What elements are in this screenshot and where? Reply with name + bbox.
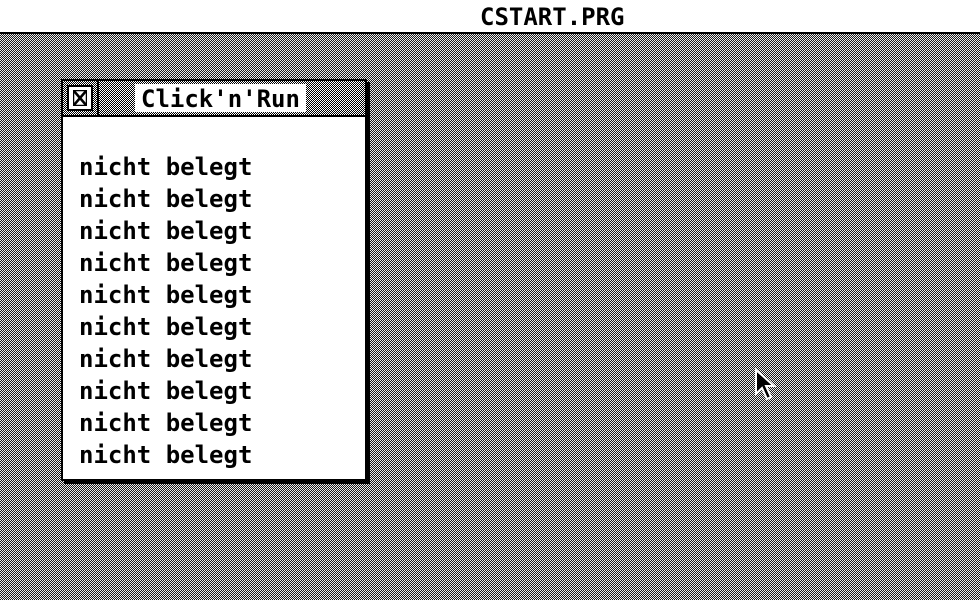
window-title-bar[interactable]: Click'n'Run xyxy=(63,81,365,117)
program-slot-2[interactable]: nicht belegt xyxy=(79,183,252,215)
window-content: nicht belegt nicht belegt nicht belegt n… xyxy=(63,117,365,479)
program-slot-9[interactable]: nicht belegt xyxy=(79,407,252,439)
program-slot-6[interactable]: nicht belegt xyxy=(79,311,252,343)
close-x-icon xyxy=(73,90,87,106)
program-slot-1[interactable]: nicht belegt xyxy=(79,151,252,183)
mouse-pointer-icon xyxy=(755,368,777,401)
program-slot-4[interactable]: nicht belegt xyxy=(79,247,252,279)
program-slot-7[interactable]: nicht belegt xyxy=(79,343,252,375)
menu-bar: CSTART.PRG xyxy=(0,0,980,34)
program-slot-10[interactable]: nicht belegt xyxy=(79,439,252,471)
program-slot-8[interactable]: nicht belegt xyxy=(79,375,252,407)
program-slot-5[interactable]: nicht belegt xyxy=(79,279,252,311)
window-title: Click'n'Run xyxy=(135,84,306,113)
click-n-run-window: Click'n'Run nicht belegt nicht belegt ni… xyxy=(61,79,367,481)
program-title: CSTART.PRG xyxy=(480,3,625,31)
close-button[interactable] xyxy=(67,85,93,111)
title-bar-divider xyxy=(97,81,99,115)
program-slot-list: nicht belegt nicht belegt nicht belegt n… xyxy=(79,151,252,471)
program-slot-3[interactable]: nicht belegt xyxy=(79,215,252,247)
